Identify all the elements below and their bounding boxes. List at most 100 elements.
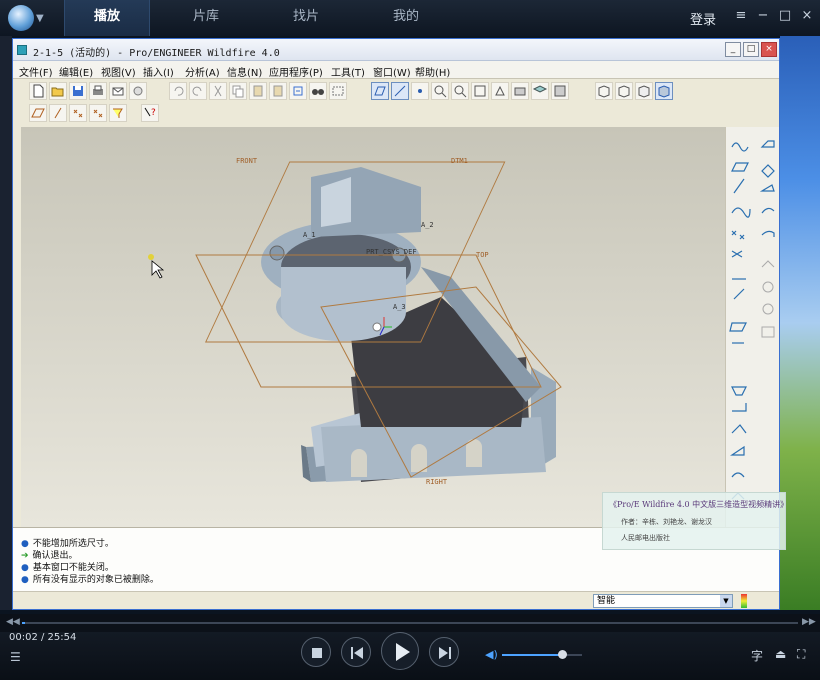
zoom-in-icon[interactable] (431, 82, 449, 100)
datum-axes-icon[interactable] (391, 82, 409, 100)
player-top-bar: ▼ 播放 片库 找片 我的 登录 ≡ − □ × (0, 0, 820, 36)
volume-knob[interactable] (558, 650, 567, 659)
play-button[interactable] (381, 632, 419, 670)
new-file-icon[interactable] (29, 82, 47, 100)
seek-forward-icon[interactable]: ▶▶ (802, 617, 816, 627)
context-help-icon[interactable]: ? (141, 104, 159, 122)
refit-icon[interactable] (471, 82, 489, 100)
subtitle-button[interactable]: 字 (751, 647, 763, 664)
model-viewport[interactable]: FRONT DTM1 TOP RIGHT PRT_CSYS_DEF A_2 A_… (21, 127, 725, 527)
annotation-display-icon[interactable] (109, 104, 127, 122)
menu-info[interactable]: 信息(N) (227, 64, 262, 79)
csys-display-icon[interactable] (89, 104, 107, 122)
menu-bar: 文件(F) 编辑(E) 视图(V) 插入(I) 分析(A) 信息(N) 应用程序… (13, 61, 779, 79)
paste-icon[interactable] (249, 82, 267, 100)
datum-points-icon[interactable] (411, 82, 429, 100)
menu-edit[interactable]: 编辑(E) (59, 64, 93, 79)
datum-label-a3: A_3 (393, 303, 406, 311)
watermark-publisher: 人民邮电出版社 (621, 534, 670, 542)
player-controls: 00:02 / 25:54 ☰ ◀) 字 ⏏ ⛶ (0, 632, 820, 680)
datum-planes-icon[interactable] (371, 82, 389, 100)
login-link[interactable]: 登录 (690, 9, 716, 28)
left-edge (0, 36, 12, 610)
menu-file[interactable]: 文件(F) (19, 64, 53, 79)
app-icon (17, 45, 27, 55)
app-title-bar: 2-1-5 (活动的) - Pro/ENGINEER Wildfire 4.0 … (13, 39, 779, 61)
tab-find[interactable]: 找片 (266, 0, 346, 36)
tab-library[interactable]: 片库 (166, 0, 246, 36)
axis-display-icon[interactable] (49, 104, 67, 122)
select-box-icon[interactable] (329, 82, 347, 100)
menu-icon[interactable]: ≡ (732, 8, 750, 23)
next-button[interactable] (429, 637, 459, 667)
datum-label-dtm1: DTM1 (451, 157, 468, 165)
cut-icon[interactable] (209, 82, 227, 100)
paste-special-icon[interactable] (269, 82, 287, 100)
datum-label-csys: PRT_CSYS_DEF (366, 248, 417, 256)
view-manager-icon[interactable] (551, 82, 569, 100)
stop-button[interactable] (301, 637, 331, 667)
seek-bar[interactable] (22, 622, 798, 624)
video-watermark: 《Pro/E Wildfire 4.0 中文版三维造型视频精讲》 作者：辛栋、刘… (602, 492, 789, 550)
copy-icon[interactable] (229, 82, 247, 100)
playlist-icon[interactable]: ☰ (10, 650, 21, 664)
time-display: 00:02 / 25:54 (9, 632, 77, 643)
open-folder-icon[interactable] (49, 82, 67, 100)
volume-slider[interactable] (502, 650, 582, 659)
menu-applications[interactable]: 应用程序(P) (269, 64, 323, 79)
datum-label-top: TOP (476, 251, 489, 259)
send-mail-icon[interactable] (109, 82, 127, 100)
close-icon[interactable]: × (798, 8, 816, 23)
main-toolbar (19, 82, 719, 102)
no-hidden-icon[interactable] (635, 82, 653, 100)
tab-mine[interactable]: 我的 (366, 0, 446, 36)
menu-tools[interactable]: 工具(T) (331, 64, 365, 79)
print-icon[interactable] (89, 82, 107, 100)
feature-tools (729, 140, 775, 500)
save-icon[interactable] (69, 82, 87, 100)
regenerate-icon[interactable] (289, 82, 307, 100)
reorient-icon[interactable] (491, 82, 509, 100)
app-close-button[interactable]: × (761, 42, 777, 57)
watermark-title: 《Pro/E Wildfire 4.0 中文版三维造型视频精讲》 (609, 500, 789, 509)
watermark-authors: 作者：辛栋、刘艳龙、谢龙汉 (621, 518, 712, 526)
undo-icon[interactable] (169, 82, 187, 100)
regen-status-icon (741, 594, 747, 608)
app-title: 2-1-5 (活动的) - Pro/ENGINEER Wildfire 4.0 (33, 48, 280, 59)
volume-level (502, 654, 562, 656)
hidden-line-icon[interactable] (615, 82, 633, 100)
minimize-icon[interactable]: − (754, 8, 772, 23)
saved-views-icon[interactable] (511, 82, 529, 100)
zoom-out-icon[interactable] (451, 82, 469, 100)
previous-button[interactable] (341, 637, 371, 667)
eject-icon[interactable]: ⏏ (775, 647, 786, 661)
send-link-icon[interactable] (129, 82, 147, 100)
chevron-down-icon[interactable]: ▼ (720, 595, 732, 607)
shading-icon[interactable] (655, 82, 673, 100)
maximize-icon[interactable]: □ (776, 8, 794, 23)
tab-play[interactable]: 播放 (64, 0, 150, 36)
menu-window[interactable]: 窗口(W) (373, 64, 411, 79)
player-logo-icon[interactable] (8, 5, 34, 31)
datum-label-a2: A_2 (421, 221, 434, 229)
wireframe-icon[interactable] (595, 82, 613, 100)
find-icon[interactable] (309, 82, 327, 100)
menu-view[interactable]: 视图(V) (101, 64, 136, 79)
seek-row: ◀◀ ▶▶ (0, 614, 820, 632)
menu-analysis[interactable]: 分析(A) (185, 64, 220, 79)
feature-toolbar (725, 127, 779, 527)
svg-text:?: ? (151, 108, 156, 118)
seek-back-icon[interactable]: ◀◀ (6, 617, 20, 627)
volume-icon[interactable]: ◀) (485, 648, 498, 661)
menu-help[interactable]: 帮助(H) (415, 64, 450, 79)
app-maximize-button[interactable]: □ (743, 42, 759, 57)
app-minimize-button[interactable]: _ (725, 42, 741, 57)
chevron-down-icon[interactable]: ▼ (36, 13, 44, 24)
menu-insert[interactable]: 插入(I) (143, 64, 174, 79)
point-display-icon[interactable] (69, 104, 87, 122)
plane-display-icon[interactable] (29, 104, 47, 122)
fullscreen-icon[interactable]: ⛶ (797, 647, 805, 662)
layers-icon[interactable] (531, 82, 549, 100)
redo-icon[interactable] (189, 82, 207, 100)
selection-filter-select[interactable]: 智能 ▼ (593, 594, 733, 608)
